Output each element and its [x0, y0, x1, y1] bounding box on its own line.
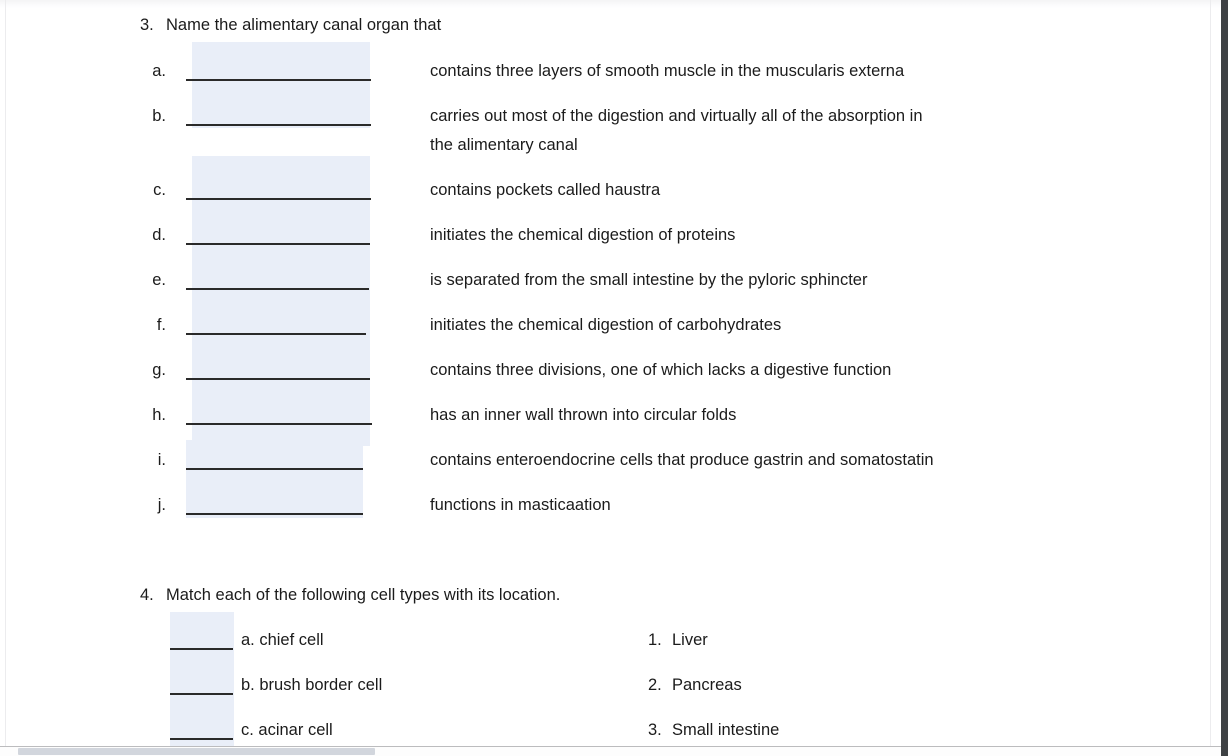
answer-blank-b[interactable]	[186, 106, 371, 126]
question-4-prompt: Match each of the following cell types w…	[166, 586, 561, 604]
cell-type-label: c. acinar cell	[241, 721, 333, 739]
page-right-edge	[1210, 0, 1211, 748]
item-description: initiates the chemical digestion of carb…	[430, 316, 782, 334]
location-label: Liver	[672, 631, 708, 649]
item-description: carries out most of the digestion and vi…	[430, 107, 923, 125]
item-description-continued: the alimentary canal	[430, 136, 578, 154]
document-content: 3. Name the alimentary canal organ that a…	[0, 0, 1210, 756]
item-letter: g.	[152, 361, 166, 379]
match-blank-b[interactable]	[170, 675, 233, 695]
location-label: Small intestine	[672, 721, 780, 739]
location-number: 2.	[648, 676, 662, 694]
answer-blank-i[interactable]	[186, 450, 363, 470]
item-letter: h.	[152, 406, 166, 424]
answer-blank-c[interactable]	[186, 180, 371, 200]
item-letter: c.	[153, 181, 166, 199]
item-description: initiates the chemical digestion of prot…	[430, 226, 736, 244]
item-letter: d.	[152, 226, 166, 244]
cell-type-label: b. brush border cell	[241, 676, 383, 694]
item-description: functions in masticaation	[430, 496, 611, 514]
item-letter: a.	[152, 62, 166, 80]
answer-blank-h[interactable]	[186, 405, 372, 425]
location-option-3: 3. Small intestine	[648, 720, 779, 741]
window-right-gutter	[1221, 0, 1228, 756]
answer-blank-g[interactable]	[186, 360, 370, 380]
item-description: has an inner wall thrown into circular f…	[430, 406, 737, 424]
location-number: 3.	[648, 721, 662, 739]
match-blank-a[interactable]	[170, 630, 233, 650]
horizontal-scrollbar-thumb[interactable]	[18, 748, 375, 755]
answer-blank-f[interactable]	[186, 315, 366, 335]
question-4-heading: 4. Match each of the following cell types…	[140, 585, 560, 606]
item-description: contains three divisions, one of which l…	[430, 361, 892, 379]
item-letter: i.	[157, 451, 166, 469]
answer-blank-a[interactable]	[186, 61, 371, 81]
item-description: contains enteroendocrine cells that prod…	[430, 451, 934, 469]
cell-type-label: a. chief cell	[241, 631, 324, 649]
item-description: is separated from the small intestine by…	[430, 271, 868, 289]
item-letter: e.	[152, 271, 166, 289]
item-letter: j.	[157, 496, 166, 514]
answer-blank-j[interactable]	[186, 495, 363, 515]
location-label: Pancreas	[672, 676, 742, 694]
item-letter: f.	[156, 316, 166, 334]
item-description: contains pockets called haustra	[430, 181, 661, 199]
question-3-number: 3.	[140, 16, 154, 34]
item-description: contains three layers of smooth muscle i…	[430, 62, 905, 80]
location-option-1: 1. Liver	[648, 630, 708, 651]
match-blank-c[interactable]	[170, 720, 233, 740]
location-number: 1.	[648, 631, 662, 649]
document-page: 3. Name the alimentary canal organ that a…	[0, 0, 1228, 756]
horizontal-scrollbar[interactable]	[0, 746, 1221, 756]
answer-blank-e[interactable]	[186, 270, 369, 290]
item-letter: b.	[152, 107, 166, 125]
answer-blank-d[interactable]	[186, 225, 370, 245]
question-3-heading: 3. Name the alimentary canal organ that	[140, 15, 441, 36]
location-option-2: 2. Pancreas	[648, 675, 742, 696]
question-4-number: 4.	[140, 586, 154, 604]
question-3-prompt: Name the alimentary canal organ that	[166, 16, 442, 34]
